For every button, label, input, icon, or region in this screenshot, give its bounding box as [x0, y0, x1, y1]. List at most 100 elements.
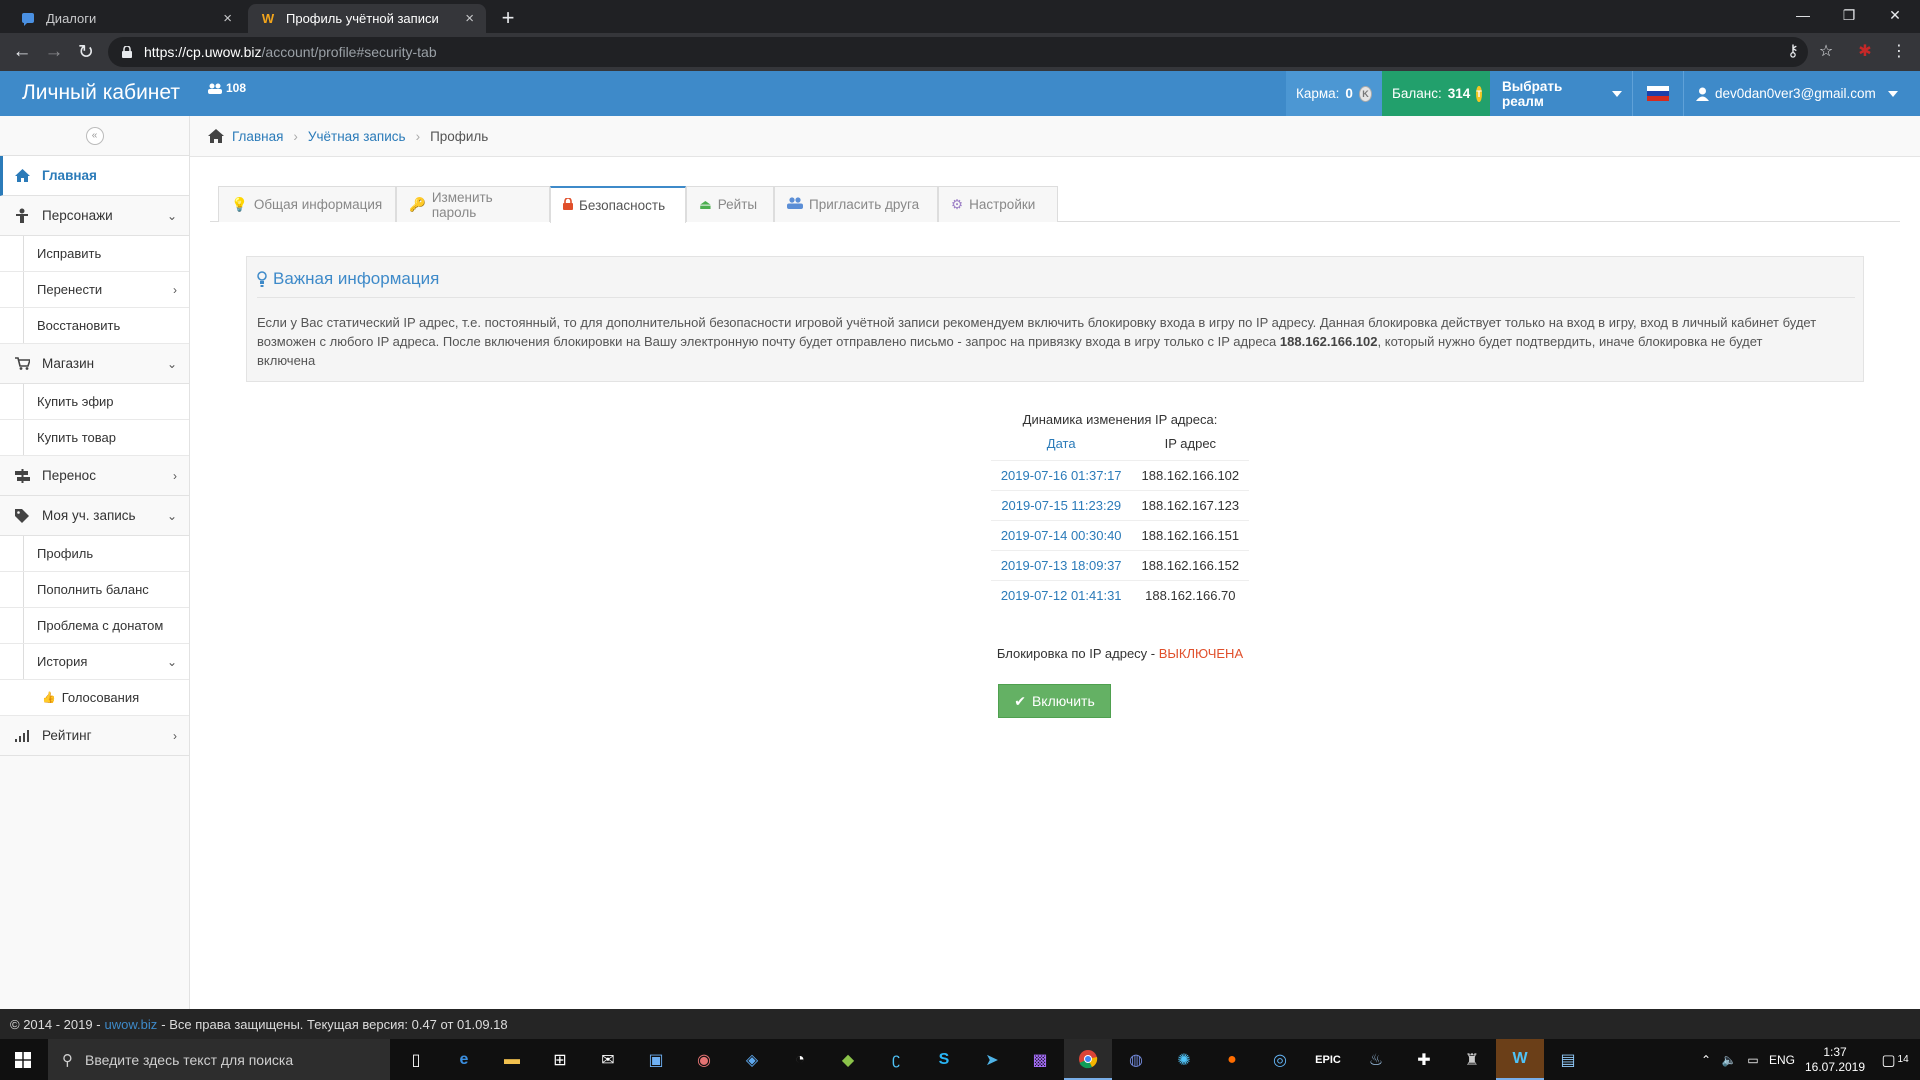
- wot-icon[interactable]: ♜: [1448, 1039, 1496, 1080]
- footer-suffix: - Все права защищены. Текущая версия: 0.…: [161, 1016, 508, 1032]
- balance-value: 314: [1447, 86, 1471, 101]
- back-button[interactable]: ←: [8, 38, 36, 66]
- folder-icon[interactable]: ▬: [488, 1039, 536, 1080]
- uwow-launcher-icon[interactable]: W: [1496, 1039, 1544, 1080]
- info-divider: [257, 297, 1855, 298]
- enable-ip-lock-button[interactable]: ✔ Включить: [998, 684, 1111, 718]
- realm-select-button[interactable]: Выбрать реалм: [1492, 71, 1632, 116]
- language-flag-button[interactable]: [1632, 71, 1684, 116]
- skype-icon[interactable]: S: [920, 1039, 968, 1080]
- sidebar-item-label: Пополнить баланс: [37, 582, 149, 597]
- sidebar-subitem-buy-item[interactable]: Купить товар: [0, 420, 189, 456]
- volume-icon[interactable]: 🔈: [1718, 1039, 1740, 1080]
- chrome-icon[interactable]: [1064, 1039, 1112, 1080]
- stack-icon[interactable]: ◆: [824, 1039, 872, 1080]
- address-bar[interactable]: https://cp.uwow.biz/account/profile#secu…: [108, 37, 1808, 67]
- history-ip: 188.162.167.123: [1131, 490, 1250, 521]
- sidebar-subitem-restore[interactable]: Восстановить: [0, 308, 189, 344]
- edge-icon[interactable]: e: [440, 1039, 488, 1080]
- sidebar-collapse: «: [0, 116, 189, 156]
- origin-icon[interactable]: ●: [1208, 1039, 1256, 1080]
- epic-games-icon[interactable]: EPIC: [1304, 1039, 1352, 1080]
- window-app-icon[interactable]: ▤: [1544, 1039, 1592, 1080]
- karma-display[interactable]: Карма: 0 K: [1286, 71, 1382, 116]
- minimize-button[interactable]: —: [1780, 0, 1826, 30]
- table-row: 2019-07-13 18:09:37 188.162.166.152: [990, 550, 1250, 581]
- battlenet-icon[interactable]: ✺: [1160, 1039, 1208, 1080]
- sidebar-subitem-fix[interactable]: Исправить: [0, 236, 189, 272]
- taskbar-search[interactable]: ⚲ Введите здесь текст для поиска: [48, 1039, 390, 1080]
- breadcrumb-separator: ›: [415, 128, 421, 144]
- twitch-icon[interactable]: ▩: [1016, 1039, 1064, 1080]
- network-icon[interactable]: ▭: [1742, 1039, 1764, 1080]
- karma-label: Карма:: [1296, 86, 1340, 101]
- sidebar-item-characters[interactable]: Персонажи ⌄: [0, 196, 189, 236]
- language-indicator[interactable]: ENG: [1768, 1039, 1796, 1080]
- tab-change-password[interactable]: 🔑 Изменить пароль: [396, 186, 550, 222]
- clock[interactable]: 1:37 16.07.2019: [1800, 1039, 1870, 1080]
- windows-logo-icon: [15, 1051, 31, 1068]
- thumbs-up-icon: 👍: [42, 692, 56, 704]
- sidebar-subitem-topup[interactable]: Пополнить баланс: [0, 572, 189, 608]
- ip-lock-status: Блокировка по IP адресу - ВЫКЛЮЧЕНА: [930, 646, 1310, 661]
- menu-icon[interactable]: ⋮: [1888, 41, 1910, 61]
- enable-button-label: Включить: [1031, 693, 1095, 709]
- sidebar-item-my-account[interactable]: Моя уч. запись ⌄: [0, 496, 189, 536]
- app-icon[interactable]: ◈: [728, 1039, 776, 1080]
- close-icon[interactable]: ×: [465, 10, 474, 27]
- task-view-icon[interactable]: ▯: [392, 1039, 440, 1080]
- notifications-button[interactable]: ▢ 14: [1872, 1039, 1918, 1080]
- user-menu-button[interactable]: dev0dan0ver3@gmail.com: [1686, 71, 1908, 116]
- tab-label: Пригласить друга: [809, 197, 920, 212]
- app-icon[interactable]: ʗ: [872, 1039, 920, 1080]
- sidebar-item-shop[interactable]: Магазин ⌄: [0, 344, 189, 384]
- sidebar-subitem-buy-ether[interactable]: Купить эфир: [0, 384, 189, 420]
- game-app-icon[interactable]: ◉: [680, 1039, 728, 1080]
- uplay-icon[interactable]: ◎: [1256, 1039, 1304, 1080]
- tab-settings[interactable]: ⚙ Настройки: [938, 186, 1058, 222]
- key-icon[interactable]: ⚷: [1782, 41, 1804, 61]
- footer-site-link[interactable]: uwow.biz: [105, 1017, 158, 1032]
- forward-button[interactable]: →: [40, 38, 68, 66]
- app-icon[interactable]: ✚: [1400, 1039, 1448, 1080]
- star-icon[interactable]: ☆: [1815, 41, 1837, 61]
- sidebar-subitem-donation-problem[interactable]: Проблема с донатом: [0, 608, 189, 644]
- brand-title[interactable]: Личный кабинет: [22, 81, 180, 105]
- tab-general-info[interactable]: 💡 Общая информация: [218, 186, 396, 222]
- sidebar-item-home[interactable]: Главная: [0, 156, 189, 196]
- browser-tab-dialogs[interactable]: Диалоги ×: [8, 4, 244, 33]
- discord-icon[interactable]: ◍: [1112, 1039, 1160, 1080]
- column-header-date[interactable]: Дата: [991, 431, 1132, 461]
- sidebar-subitem-votes[interactable]: 👍 Голосования: [0, 680, 189, 716]
- tab-rates[interactable]: ⏏ Рейты: [686, 186, 774, 222]
- browser-tab-title: Профиль учётной записи: [286, 11, 439, 26]
- sidebar-item-rating[interactable]: Рейтинг ›: [0, 716, 189, 756]
- breadcrumb-account-link[interactable]: Учётная запись: [308, 129, 406, 144]
- start-button[interactable]: [0, 1039, 46, 1080]
- info-text: Если у Вас статический IP адрес, т.е. по…: [257, 313, 1823, 370]
- tab-invite-friend[interactable]: Пригласить друга: [774, 186, 938, 222]
- reload-button[interactable]: ↻: [72, 38, 100, 66]
- restore-button[interactable]: ❐: [1826, 0, 1872, 30]
- steam-icon[interactable]: ♨: [1352, 1039, 1400, 1080]
- collapse-icon[interactable]: «: [85, 126, 104, 145]
- close-window-button[interactable]: ✕: [1872, 0, 1918, 30]
- browser-tab-profile[interactable]: W Профиль учётной записи ×: [248, 4, 486, 33]
- sidebar-subitem-profile[interactable]: Профиль: [0, 536, 189, 572]
- new-tab-button[interactable]: +: [494, 4, 522, 32]
- tab-security[interactable]: Безопасность: [550, 186, 686, 223]
- mail-icon[interactable]: ✉: [584, 1039, 632, 1080]
- store-icon[interactable]: ⊞: [536, 1039, 584, 1080]
- speedometer-icon[interactable]: ◔: [776, 1039, 824, 1080]
- sidebar-subitem-move[interactable]: Перенести ›: [0, 272, 189, 308]
- telegram-icon[interactable]: ➤: [968, 1039, 1016, 1080]
- breadcrumb-home-link[interactable]: Главная: [232, 129, 283, 144]
- tray-expand-icon[interactable]: ⌃: [1696, 1039, 1716, 1080]
- sidebar-subitem-history[interactable]: История ⌄: [0, 644, 189, 680]
- app-icon[interactable]: ▣: [632, 1039, 680, 1080]
- balance-display[interactable]: Баланс: 314 T: [1382, 71, 1490, 116]
- sidebar-item-transfer[interactable]: Перенос ›: [0, 456, 189, 496]
- sidebar-item-label: Персонажи: [42, 208, 113, 223]
- close-icon[interactable]: ×: [223, 10, 232, 27]
- extension-icon[interactable]: ✱: [1854, 41, 1876, 61]
